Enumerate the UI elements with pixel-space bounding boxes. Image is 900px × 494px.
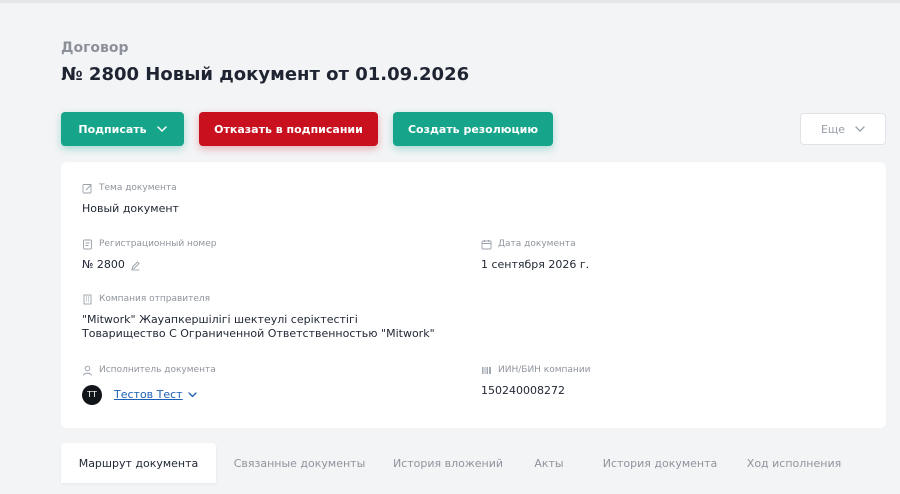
subject-field: Тема документа Новый документ [82,182,179,216]
reject-button-label: Отказать в подписании [214,122,363,136]
document-tabs: Маршрут документа Связанные документы Ис… [61,443,853,483]
reg-number-label: Регистрационный номер [99,239,217,249]
sender-name-kz: "Mitwork" Жауапкершілігі шектеулі серікт… [82,313,358,326]
avatar: ТТ [82,385,102,405]
bin-field: ИИН/БИН компании 150240008272 [481,364,591,398]
tab-execution-progress[interactable]: Ход исполнения [735,443,853,483]
resolution-button-label: Создать резолюцию [407,122,539,136]
edit-document-icon [82,183,93,194]
subject-label: Тема документа [99,183,177,193]
sender-label: Компания отправителя [99,294,211,304]
chevron-down-icon [156,126,167,132]
tab-document-history[interactable]: История документа [585,443,735,483]
sender-company-field: Компания отправителя "Mitwork" Жауапкерш… [82,293,435,341]
sign-button[interactable]: Подписать [61,112,184,146]
reg-number-value: № 2800 [82,258,125,271]
tab-related-documents[interactable]: Связанные документы [216,443,383,483]
top-divider [0,0,900,3]
page-title: № 2800 Новый документ от 01.09.2026 [61,64,470,85]
chevron-down-icon[interactable] [187,392,197,398]
document-type: Договор [61,40,129,56]
executor-label: Исполнитель документа [99,365,216,375]
create-resolution-button[interactable]: Создать резолюцию [393,112,553,146]
document-details-card: Тема документа Новый документ Регистраци… [61,162,886,428]
tab-acts[interactable]: Акты [513,443,585,483]
sign-button-label: Подписать [78,122,147,136]
reg-number-icon [82,239,93,250]
pencil-icon[interactable] [130,260,141,271]
user-icon [82,365,93,376]
subject-value: Новый документ [82,202,179,215]
building-icon [82,294,93,305]
calendar-icon [481,239,492,250]
doc-date-field: Дата документа 1 сентября 2026 г. [481,238,589,272]
more-button-label: Еще [820,122,846,136]
reg-number-field: Регистрационный номер № 2800 [82,238,216,272]
bin-value: 150240008272 [481,384,565,397]
sender-name-ru: Товарищество С Ограниченной Ответственно… [82,327,435,340]
reject-signing-button[interactable]: Отказать в подписании [199,112,378,146]
tab-attachments-history[interactable]: История вложений [383,443,513,483]
executor-name-link[interactable]: Тестов Тест [114,388,183,402]
barcode-icon [481,365,492,376]
doc-date-label: Дата документа [498,239,576,249]
chevron-down-icon [855,126,865,132]
more-button[interactable]: Еще [800,113,886,145]
doc-date-value: 1 сентября 2026 г. [481,258,590,271]
executor-field: Исполнитель документа ТТ Тестов Тест [82,364,216,405]
tab-route[interactable]: Маршрут документа [61,443,216,483]
bin-label: ИИН/БИН компании [498,365,591,375]
